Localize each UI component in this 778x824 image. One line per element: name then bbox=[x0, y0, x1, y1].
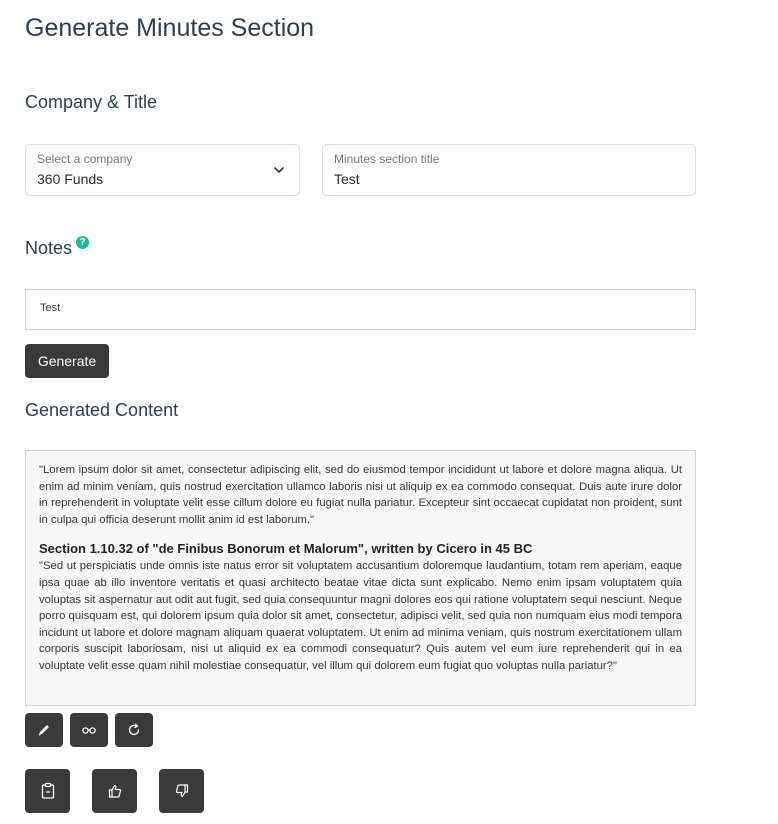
copy-button[interactable] bbox=[25, 769, 70, 813]
page-title: Generate Minutes Section bbox=[25, 14, 315, 42]
glasses-icon bbox=[82, 727, 96, 734]
chevron-down-icon bbox=[274, 167, 284, 173]
refresh-icon bbox=[128, 723, 140, 736]
generated-heading: Section 1.10.32 of "de Finibus Bonorum e… bbox=[39, 541, 533, 557]
minutes-title-label: Minutes section title bbox=[334, 152, 440, 166]
company-section-title: Company & Title bbox=[25, 92, 158, 112]
generated-paragraph-2: "Sed ut perspiciatis unde omnis iste nat… bbox=[39, 560, 682, 672]
pencil-icon bbox=[38, 725, 49, 736]
generated-content-box: "Lorem ipsum dolor sit amet, consectetur… bbox=[25, 450, 696, 706]
company-select[interactable]: Select a company 360 Funds bbox=[25, 144, 300, 196]
edit-button[interactable] bbox=[25, 713, 63, 747]
notes-input[interactable]: Test bbox=[25, 289, 696, 330]
company-select-label: Select a company bbox=[37, 152, 133, 166]
regenerate-button[interactable] bbox=[115, 713, 153, 747]
company-select-value: 360 Funds bbox=[37, 171, 104, 187]
minutes-title-value: Test bbox=[334, 171, 360, 187]
thumbs-up-button[interactable] bbox=[92, 769, 137, 813]
generate-button[interactable]: Generate bbox=[25, 344, 109, 378]
notes-section-title: Notes ? bbox=[25, 236, 90, 259]
preview-button[interactable] bbox=[70, 713, 108, 747]
clipboard-icon bbox=[41, 782, 54, 799]
thumbs-up-icon bbox=[108, 784, 121, 798]
generated-content-title: Generated Content bbox=[25, 400, 179, 420]
thumbs-down-button[interactable] bbox=[159, 769, 204, 813]
help-icon[interactable]: ? bbox=[76, 236, 90, 249]
notes-title-text: Notes bbox=[25, 238, 73, 258]
generated-paragraph-1: "Lorem ipsum dolor sit amet, consectetur… bbox=[39, 464, 682, 526]
thumbs-down-icon bbox=[175, 784, 188, 798]
minutes-title-field[interactable]: Minutes section title Test bbox=[322, 144, 696, 196]
